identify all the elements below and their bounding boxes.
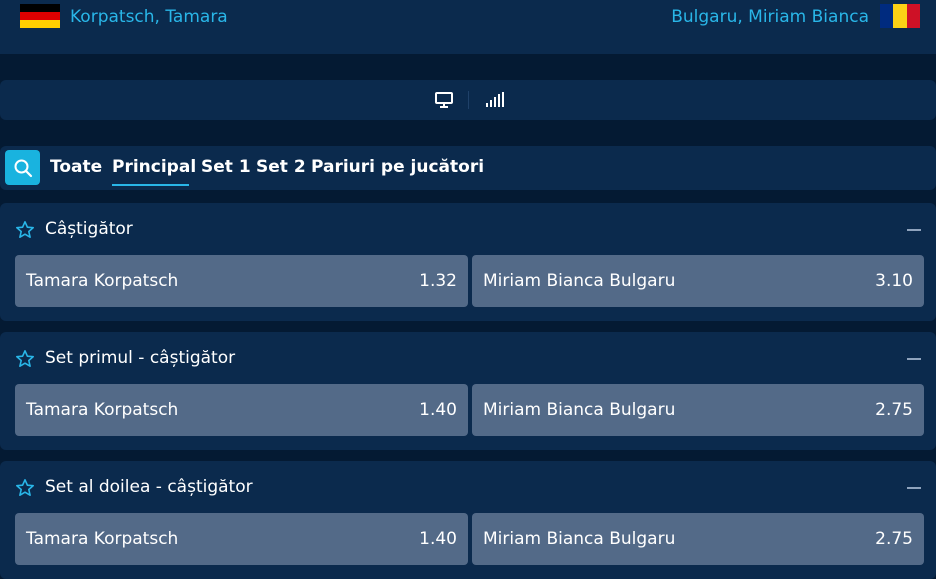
market-title: Set al doilea - câștigător [45,477,253,497]
search-button[interactable] [5,150,40,185]
odd-button[interactable]: Tamara Korpatsch 1.40 [15,384,468,436]
market-tabs-bar: Toate Principal Set 1 Set 2 Pariuri pe j… [0,146,936,190]
romania-flag-icon [880,4,920,28]
active-tab-indicator [112,184,189,186]
home-player-name[interactable]: Korpatsch, Tamara [70,7,228,27]
odd-button[interactable]: Miriam Bianca Bulgaru 2.75 [472,384,924,436]
market-title: Set primul - câștigător [45,348,236,368]
odd-value: 2.75 [875,529,913,549]
selection-name: Miriam Bianca Bulgaru [483,271,676,291]
star-icon[interactable] [15,478,35,498]
odd-value: 1.40 [419,400,457,420]
tab-toate[interactable]: Toate [50,157,102,177]
odd-value: 2.75 [875,400,913,420]
tab-player-bets[interactable]: Pariuri pe jucători [311,157,484,177]
market-header[interactable]: Set primul - câștigător [0,332,936,384]
germany-flag-icon [20,4,60,28]
odd-value: 3.10 [875,271,913,291]
odd-button[interactable]: Miriam Bianca Bulgaru 2.75 [472,513,924,565]
odd-button[interactable]: Tamara Korpatsch 1.32 [15,255,468,307]
star-icon[interactable] [15,349,35,369]
away-player-name[interactable]: Bulgaru, Miriam Bianca [671,7,869,27]
search-icon [14,159,32,177]
market-card: Set primul - câștigător Tamara Korpatsch… [0,332,936,450]
collapse-icon[interactable] [907,358,921,360]
collapse-icon[interactable] [907,487,921,489]
monitor-icon[interactable] [434,91,454,109]
market-card: Câștigător Tamara Korpatsch 1.32 Miriam … [0,203,936,321]
market-card: Set al doilea - câștigător Tamara Korpat… [0,461,936,579]
collapse-icon[interactable] [907,229,921,231]
match-header: Korpatsch, Tamara Bulgaru, Miriam Bianca [0,0,936,54]
selection-name: Tamara Korpatsch [26,271,179,291]
stats-bars-icon[interactable] [485,91,505,109]
odd-value: 1.32 [419,271,457,291]
selection-name: Miriam Bianca Bulgaru [483,529,676,549]
tab-set-1[interactable]: Set 1 [201,157,251,177]
view-selector-bar [0,80,936,120]
selection-name: Tamara Korpatsch [26,529,179,549]
tab-principal[interactable]: Principal [112,157,196,177]
tab-set-2[interactable]: Set 2 [256,157,306,177]
odd-button[interactable]: Miriam Bianca Bulgaru 3.10 [472,255,924,307]
market-header[interactable]: Set al doilea - câștigător [0,461,936,513]
view-divider [468,91,469,109]
odd-button[interactable]: Tamara Korpatsch 1.40 [15,513,468,565]
market-title: Câștigător [45,219,133,239]
selection-name: Tamara Korpatsch [26,400,179,420]
odd-value: 1.40 [419,529,457,549]
star-icon[interactable] [15,220,35,240]
market-header[interactable]: Câștigător [0,203,936,255]
selection-name: Miriam Bianca Bulgaru [483,400,676,420]
